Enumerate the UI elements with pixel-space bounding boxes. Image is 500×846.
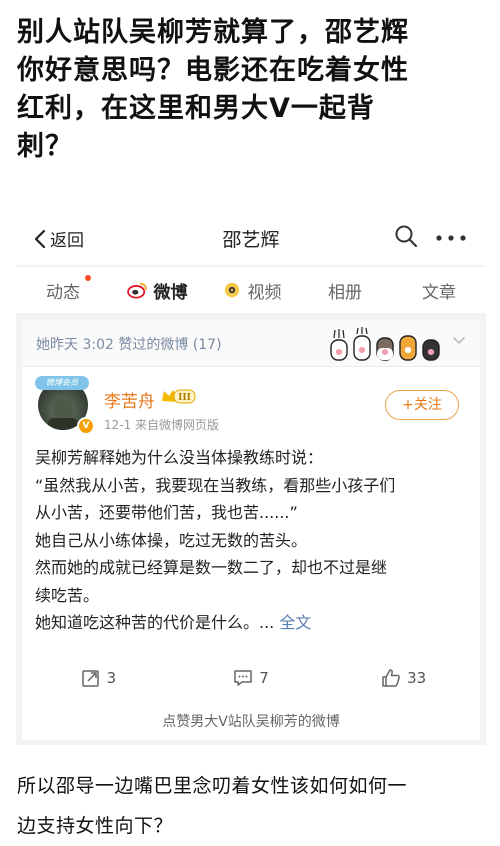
- tab-video[interactable]: 视频: [204, 267, 298, 313]
- member-badge: 微博会员: [35, 376, 89, 390]
- weibo-profile-screenshot: 返回 邵艺辉 动态 微博 视频 相册 文章 她昨天 3:02 赞过的微博 (17…: [16, 210, 486, 745]
- more-dots-icon[interactable]: [436, 235, 466, 241]
- divider: [22, 366, 480, 367]
- tab-label: 视频: [247, 282, 282, 303]
- tab-article[interactable]: 文章: [392, 267, 486, 313]
- post-line: 她自己从小练体操，吃过无数的苦头。: [35, 530, 308, 550]
- verified-badge-icon: V: [77, 417, 95, 435]
- screenshot-caption: 点赞男大V站队吴柳芳的微博: [162, 714, 340, 730]
- author-name[interactable]: 李苦舟: [104, 387, 155, 412]
- comment-count: 7: [259, 669, 269, 687]
- liked-header-text: 她昨天 3:02 赞过的微博 (17): [36, 337, 222, 353]
- post-line: 然而她的成就已经算是数一数二了，却也不过是继: [35, 558, 388, 577]
- tab-weibo[interactable]: 微博: [110, 267, 204, 313]
- comment-button[interactable]: 7: [175, 658, 328, 698]
- comment-icon: [234, 670, 252, 686]
- post-card: 她昨天 3:02 赞过的微博 (17) 微博会员 V 李苦舟 III 12-1 …: [22, 320, 480, 740]
- repost-button[interactable]: 3: [22, 658, 175, 698]
- vip-level: III: [178, 393, 191, 403]
- tab-label: 动态: [46, 282, 80, 303]
- post-line: “虽然我从小苦，我要现在当教练，看那些小孩子们: [35, 475, 396, 495]
- search-icon[interactable]: [394, 224, 418, 248]
- liked-header[interactable]: 她昨天 3:02 赞过的微博 (17): [22, 320, 480, 366]
- tab-dynamic[interactable]: 动态: [16, 267, 110, 313]
- full-text-link[interactable]: 全文: [279, 613, 311, 632]
- post-line-last: 她知道吃这种苦的代价是什么。... 全文: [35, 609, 475, 637]
- like-button[interactable]: 33: [327, 658, 480, 698]
- repost-count: 3: [106, 669, 117, 687]
- footer-line-1: 所以邵导一边嘴巴里念叨着女性该如何如何一: [17, 775, 408, 797]
- cat-paws-decoration-icon: [330, 327, 440, 361]
- post-meta: 12-1 来自微博网页版: [104, 418, 220, 432]
- headline-line-3: 红利，在这里和男大V一起背: [17, 93, 375, 124]
- repost-icon: [81, 670, 99, 687]
- tab-label: 相册: [328, 282, 362, 303]
- post-body[interactable]: 吴柳芳解释她为什么没当体操教练时说： “虽然我从小苦，我要现在当教练，看那些小孩…: [35, 444, 475, 637]
- post-line-text: 她知道吃这种苦的代价是什么。...: [35, 613, 275, 632]
- tab-album[interactable]: 相册: [298, 267, 392, 313]
- video-icon: [224, 282, 239, 298]
- chevron-down-icon[interactable]: [452, 334, 466, 348]
- headline-line-1: 别人站队吴柳芳就算了，邵艺辉: [17, 17, 409, 48]
- post-line: 续吃苦。: [35, 585, 100, 605]
- weibo-icon: [126, 282, 147, 299]
- tab-label: 微博: [153, 282, 188, 303]
- like-count: 33: [407, 669, 427, 687]
- thumbs-up-icon: [382, 669, 401, 687]
- post-line: 从小苦，还要带他们苦，我也苦......”: [35, 503, 298, 522]
- follow-button[interactable]: +关注: [385, 390, 459, 420]
- headline: 别人站队吴柳芳就算了，邵艺辉 你好意思吗？电影还在吃着女性 红利，在这里和男大V…: [17, 14, 487, 166]
- post-actions: 3 7 33: [22, 658, 480, 698]
- profile-tabs: 动态 微博 视频 相册 文章: [16, 267, 486, 313]
- footer-text: 所以邵导一边嘴巴里念叨着女性该如何如何一 边支持女性向下？: [17, 766, 487, 846]
- notification-dot: [85, 275, 91, 281]
- footer-line-2: 边支持女性向下？: [17, 815, 174, 837]
- nav-bar: 返回 邵艺辉: [16, 210, 486, 265]
- headline-line-2: 你好意思吗？电影还在吃着女性: [17, 55, 409, 86]
- headline-line-4: 刺？: [17, 131, 73, 162]
- tab-label: 文章: [422, 282, 456, 303]
- post-line: 吴柳芳解释她为什么没当体操教练时说：: [35, 448, 324, 467]
- vip-crown-icon: III: [162, 389, 196, 404]
